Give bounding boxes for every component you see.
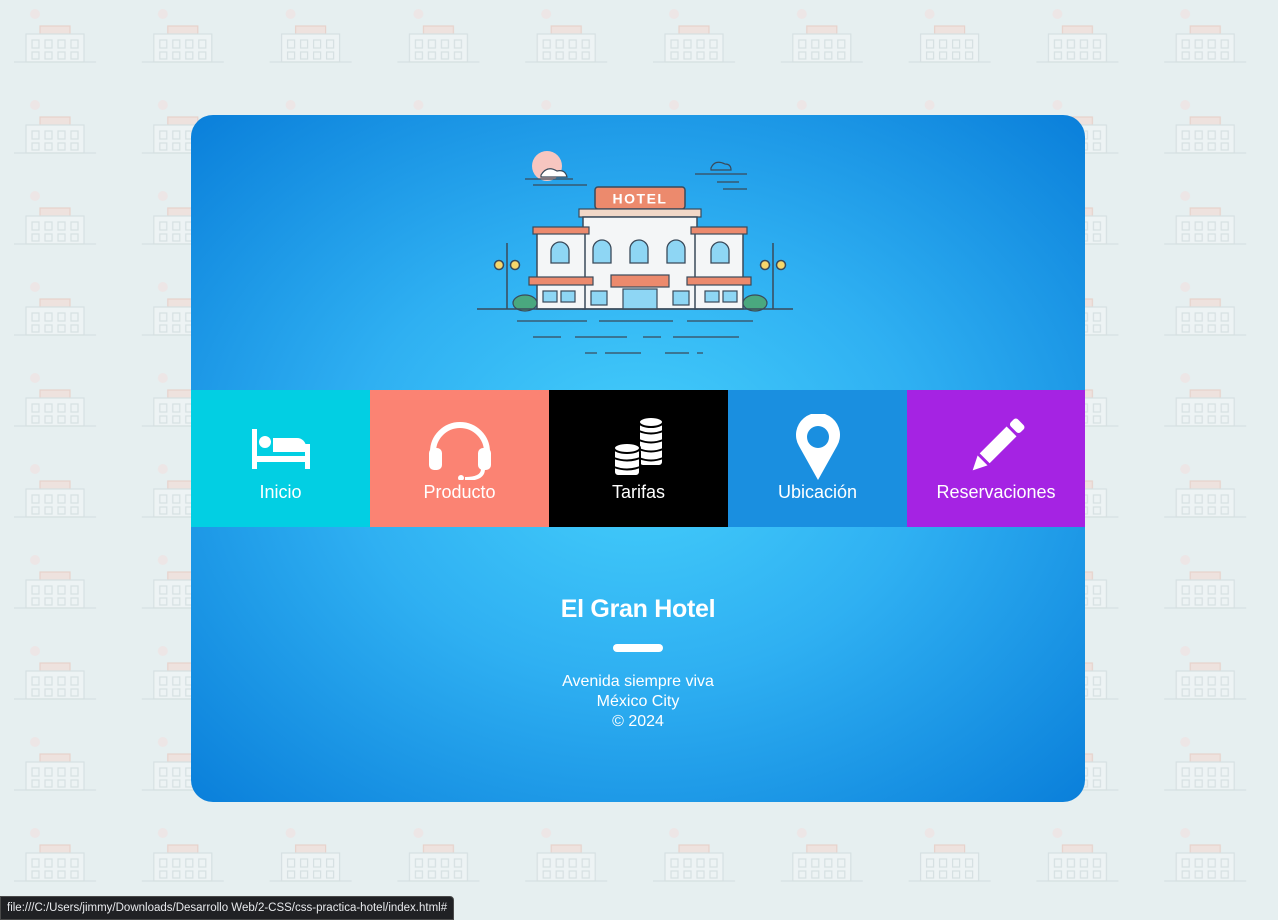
address-line-1: Avenida siempre viva [562,673,714,690]
pencil-icon [961,414,1031,480]
address-line-2: México City [596,693,680,710]
hotel-name: El Gran Hotel [560,595,716,623]
bed-icon [246,414,316,480]
nav-item-producto[interactable]: Producto [370,390,549,527]
coins-icon [604,414,674,480]
nav-label-ubicacion: Ubicación [777,482,858,502]
nav-label-producto: Producto [423,482,496,502]
address-block: Avenida siempre viva México City © 2024 [191,672,1085,732]
browser-status-bar: file:///C:/Users/jimmy/Downloads/Desarro… [0,896,455,920]
map-pin-icon [783,414,853,480]
copyright: © 2024 [612,713,664,730]
nav-label-tarifas: Tarifas [611,482,665,502]
divider [613,644,663,652]
footer: El Gran Hotel Avenida siempre viva Méxic… [191,527,1085,802]
hotel-card: HOTEL Inicio Producto Tarifas Ubicación … [191,115,1085,802]
headset-icon [425,414,495,480]
hotel-sign-text: HOTEL [613,191,668,207]
nav-label-reservaciones: Reservaciones [936,482,1056,502]
nav-item-ubicacion[interactable]: Ubicación [728,390,907,527]
nav-item-inicio[interactable]: Inicio [191,390,370,527]
header: HOTEL [191,115,1085,390]
nav-item-reservaciones[interactable]: Reservaciones [907,390,1085,527]
nav-item-tarifas[interactable]: Tarifas [549,390,728,527]
nav-label-inicio: Inicio [259,482,302,502]
main-nav: Inicio Producto Tarifas Ubicación Reserv… [191,390,1085,527]
hotel-building-logo: HOTEL [477,151,793,354]
